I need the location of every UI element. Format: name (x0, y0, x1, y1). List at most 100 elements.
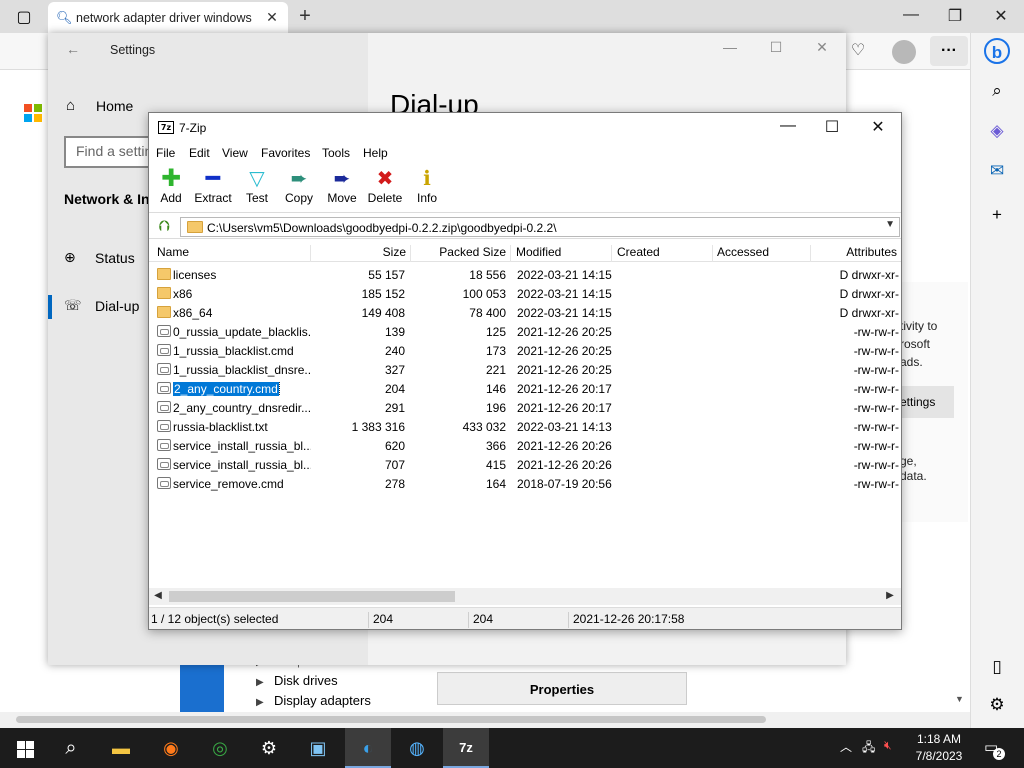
add-button[interactable]: ✚ Add (149, 167, 193, 206)
chevron-down-icon[interactable]: ▼ (885, 219, 895, 230)
file-row[interactable]: service_remove.cmd 278 164 2018-07-19 20:56… (149, 474, 901, 493)
settings-close-button[interactable]: ✕ (808, 39, 836, 56)
file-row[interactable]: 2_any_country_dnsredir... 291 196 2021-12-2… (149, 398, 901, 417)
file-row[interactable]: x86 185 152 100 053 2022-03-21 14:15 D drwxr… (149, 284, 901, 303)
status-packed: 204 (473, 612, 569, 628)
scrollbar-thumb[interactable] (16, 716, 766, 723)
file-name: service_remove.cmd (173, 477, 284, 491)
file-modified: 2021-12-26 20:25 (517, 325, 612, 339)
settings-maximize-button[interactable]: ☐ (762, 39, 790, 56)
7zip-titlebar[interactable]: 7z 7-Zip — ☐ ✕ (149, 113, 901, 143)
dialup-icon: ☏ (64, 297, 82, 313)
column-header-size[interactable]: Size (311, 245, 411, 262)
device-row-disk-drives[interactable]: ▶ Disk drives (256, 673, 338, 688)
add-icon[interactable]: + (984, 202, 1010, 228)
file-list-horizontal-scrollbar[interactable]: ◀ ▶ (149, 588, 901, 605)
search-icon[interactable]: ⌕ (984, 78, 1010, 104)
more-options-button[interactable]: ··· (930, 36, 968, 66)
copilot-icon[interactable]: ◈ (984, 118, 1010, 144)
new-tab-button[interactable]: + (294, 5, 316, 28)
7zip-minimize-button[interactable]: — (773, 117, 803, 135)
control-panel-icon[interactable]: ▣ (295, 728, 341, 768)
properties-button[interactable]: Properties (437, 672, 687, 705)
7zip-close-button[interactable]: ✕ (863, 117, 893, 137)
column-header-accessed[interactable]: Accessed (713, 245, 811, 262)
menu-help[interactable]: Help (363, 146, 388, 160)
browser-close-button[interactable]: ✕ (986, 6, 1016, 26)
settings-gear-icon[interactable]: ⚙ (246, 728, 292, 768)
column-header-modified[interactable]: Modified (512, 245, 612, 262)
file-row[interactable]: 1_russia_blacklist.cmd 240 173 2021-12-26 2… (149, 341, 901, 360)
browser-minimize-button[interactable]: — (896, 6, 926, 24)
file-row[interactable]: 0_russia_update_blacklis... 139 125 2021-12… (149, 322, 901, 341)
back-arrow-icon[interactable]: ← (66, 41, 80, 57)
test-button[interactable]: ▽ Test (235, 167, 279, 205)
browser-tab[interactable]: 🔍︎ network adapter driver windows ✕ (48, 2, 288, 33)
menu-view[interactable]: View (222, 146, 248, 160)
menu-edit[interactable]: Edit (189, 146, 210, 160)
system-clock[interactable]: 1:18 AM 7/8/2023 (906, 731, 972, 765)
profile-avatar[interactable] (892, 40, 916, 64)
file-row[interactable]: service_install_russia_bl... 707 415 2021-1… (149, 455, 901, 474)
settings-nav-dialup[interactable]: Dial-up (95, 298, 139, 314)
scrollbar-thumb[interactable] (169, 591, 455, 602)
file-icon (157, 344, 171, 356)
file-explorer-icon[interactable]: ▬ (98, 728, 144, 768)
network-app-icon[interactable]: ◍ (394, 728, 440, 768)
column-header-attributes[interactable]: Attributes (811, 245, 901, 262)
file-size: 327 (384, 363, 405, 377)
close-icon[interactable]: ✕ (264, 9, 280, 26)
sidebar-toggle-icon[interactable]: ▯ (984, 654, 1010, 680)
file-row[interactable]: service_install_russia_bl... 620 366 2021-1… (149, 436, 901, 455)
tab-actions-icon[interactable]: ▢ (8, 6, 40, 28)
search-icon[interactable]: ⌕ (48, 728, 94, 768)
performance-icon[interactable]: ♡ (846, 40, 870, 60)
copy-button[interactable]: ➨ Copy (277, 167, 321, 205)
scroll-down-arrow-icon[interactable]: ▼ (955, 694, 964, 704)
chevron-up-icon[interactable]: ︿ (840, 738, 852, 755)
info-button[interactable]: ℹ Info (405, 167, 449, 205)
menu-favorites[interactable]: Favorites (261, 146, 310, 160)
bing-icon[interactable]: b (984, 38, 1010, 64)
page-horizontal-scrollbar[interactable] (0, 712, 970, 728)
network-icon[interactable]: 🖧︎ (862, 738, 875, 759)
column-header-name[interactable]: Name (153, 245, 311, 262)
column-header-created[interactable]: Created (613, 245, 713, 262)
firefox-icon[interactable]: ◉ (148, 728, 194, 768)
file-row[interactable]: 1_russia_blacklist_dnsre... 327 221 2021-12… (149, 360, 901, 379)
scroll-left-arrow-icon[interactable]: ◀ (151, 590, 165, 601)
column-header-packed-size[interactable]: Packed Size (411, 245, 511, 262)
status-bar: 1 / 12 object(s) selected 204 204 2021-1… (149, 607, 901, 629)
settings-minimize-button[interactable]: — (716, 39, 744, 55)
path-input[interactable]: C:\Users\vm5\Downloads\goodbyedpi-0.2.2.… (180, 217, 900, 237)
7zip-maximize-button[interactable]: ☐ (817, 117, 847, 137)
file-row[interactable]: 2_any_country.cmd 204 146 2021-12-26 20:17 -… (149, 379, 901, 398)
settings-card-button[interactable]: ettings (900, 386, 954, 418)
scroll-right-arrow-icon[interactable]: ▶ (883, 590, 897, 601)
file-packed-size: 18 556 (469, 268, 506, 282)
delete-button[interactable]: ✖ Delete (363, 167, 407, 205)
volume-muted-icon[interactable]: 🔇︎ (884, 738, 892, 753)
folder-up-icon[interactable]: ⮉ (153, 218, 175, 236)
settings-home-link[interactable]: Home (96, 98, 133, 114)
extract-button[interactable]: ━ Extract (191, 167, 235, 206)
device-row-display-adapters[interactable]: ▶ Display adapters (256, 693, 371, 708)
menu-file[interactable]: File (156, 146, 175, 160)
file-size: 291 (384, 401, 405, 415)
file-packed-size: 100 053 (462, 287, 506, 301)
edge-icon[interactable]: ◐ (345, 728, 391, 768)
move-button[interactable]: ➨ Move (320, 167, 364, 205)
7zip-taskbar-icon[interactable]: 7z (443, 728, 489, 768)
browser-restore-button[interactable]: ❐ (940, 6, 970, 26)
file-row[interactable]: licenses 55 157 18 556 2022-03-21 14:15 D dr… (149, 265, 901, 284)
start-button[interactable] (2, 728, 48, 768)
file-row[interactable]: russia-blacklist.txt 1 383 316 433 032 2022… (149, 417, 901, 436)
file-modified: 2022-03-21 14:13 (517, 420, 612, 434)
menu-tools[interactable]: Tools (322, 146, 350, 160)
outlook-icon[interactable]: ✉ (984, 158, 1010, 184)
gear-icon[interactable]: ⚙ (984, 692, 1010, 718)
file-row[interactable]: x86_64 149 408 78 400 2022-03-21 14:15 D drw… (149, 303, 901, 322)
chevron-right-icon: ▶ (256, 697, 264, 708)
settings-nav-status[interactable]: Status (95, 250, 135, 266)
chrome-icon[interactable]: ◎ (197, 728, 243, 768)
